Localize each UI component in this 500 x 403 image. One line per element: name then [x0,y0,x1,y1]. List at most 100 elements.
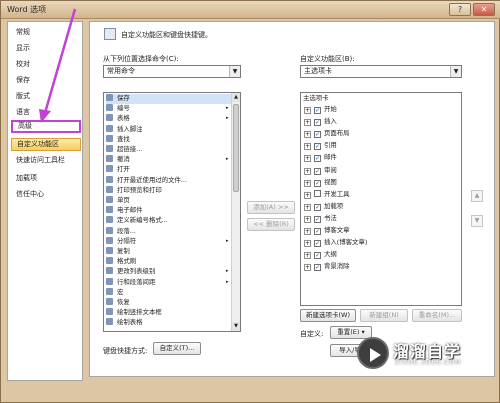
tab-checkbox[interactable]: ✓ [314,240,321,248]
expand-icon[interactable]: + [304,155,311,163]
expand-icon[interactable]: + [304,167,311,175]
expand-icon[interactable]: + [304,107,311,114]
keyboard-customize-button[interactable]: 自定义(T)... [153,342,201,355]
expand-icon[interactable]: + [304,143,311,151]
nav-item-quick-access-toolbar[interactable]: 快速访问工具栏 [11,154,81,167]
nav-item-layout[interactable]: 版式 [11,90,81,103]
command-icon [106,114,113,122]
command-item[interactable]: 打印预览和打印 [106,185,236,196]
nav-item-general[interactable]: 常规 [11,26,81,39]
ribbon-tab-item[interactable]: + ✓ 插入 [304,117,337,127]
command-item[interactable]: 超链接... [106,145,236,155]
command-item[interactable]: 电子邮件 [106,206,236,216]
ribbon-tab-item[interactable]: + ✓ 插入(博客文章) [304,238,367,248]
ribbon-tab-item[interactable]: + ✓ 大纲 [304,250,337,260]
nav-item-language[interactable]: 语言 [11,106,81,119]
ribbon-tab-item[interactable]: + ✓ 书法 [304,214,337,224]
command-item[interactable]: 宏 [106,287,236,298]
command-item[interactable]: 绘制表格 [106,318,236,328]
nav-item-add-ins[interactable]: 加载项 [11,172,81,185]
move-down-icon[interactable]: ▼ [471,215,483,227]
expand-icon[interactable]: + [304,240,311,248]
command-item[interactable]: 撤消 ▸ [106,155,236,165]
commands-list[interactable]: 保存 编号 ▸ 表格 ▸ 插入脚注 查找 超链接... 撤消 ▸ 打开 打开最近使用过的文件... 打印… [103,92,241,332]
tab-checkbox[interactable] [314,189,321,197]
command-item[interactable]: 分隔符 ▸ [106,236,236,247]
expand-icon[interactable]: + [304,191,311,199]
command-item[interactable]: 查找 [106,134,236,145]
command-item[interactable]: 插入脚注 [106,124,236,135]
tab-checkbox[interactable]: ✓ [314,203,321,211]
command-item[interactable]: 保存 [106,94,236,104]
expand-icon[interactable]: + [304,131,311,139]
command-item[interactable]: 复制 [106,247,236,257]
tab-checkbox[interactable]: ✓ [314,179,321,187]
ribbon-tab-item[interactable]: + ✓ 审阅 [304,166,337,176]
remove-button[interactable]: << 删除(R) [247,218,295,231]
new-tab-button[interactable]: 新建选项卡(W) [300,309,356,322]
command-item[interactable]: 表格 ▸ [106,114,236,124]
command-item[interactable]: 格式刷 [106,257,236,267]
nav-item-customize-ribbon[interactable]: 自定义功能区 [11,138,81,151]
ribbon-tab-item[interactable]: + ✓ 引用 [304,141,337,151]
panel-heading: 自定义功能区和键盘快捷键。 [121,31,212,39]
scroll-thumb[interactable] [233,104,239,192]
commands-scrollbar[interactable]: ▲ ▼ [231,93,240,331]
expand-icon[interactable]: + [304,215,311,223]
ribbon-tab-item[interactable]: + ✓ 加载项 [304,202,343,212]
ribbon-tab-item[interactable]: + ✓ 邮件 [304,153,337,163]
command-item[interactable]: 打开最近使用过的文件... [106,175,236,186]
command-label: 绘制表格 [117,318,143,327]
expand-icon[interactable]: + [304,252,311,260]
nav-item-save[interactable]: 保存 [11,74,81,87]
nav-item-display[interactable]: 显示 [11,42,81,55]
command-item[interactable]: 行和段落间距 ▸ [106,277,236,288]
command-item[interactable]: 段落... [106,226,236,237]
customize-ribbon-dropdown[interactable]: 主选项卡 ▼ [300,65,462,78]
tab-checkbox[interactable]: ✓ [314,167,321,175]
command-item[interactable]: 绘制竖排文本框 [106,308,236,318]
ribbon-tab-item[interactable]: + 开发工具 [304,189,350,200]
nav-item-advanced[interactable]: 高级 [11,120,81,133]
help-button[interactable]: ? [449,3,471,16]
ribbon-tab-item[interactable]: + ✓ 页面布局 [304,129,350,139]
expand-icon[interactable]: + [304,119,311,127]
ribbon-tab-item[interactable]: + ✓ 博客文章 [304,226,350,236]
scroll-up-icon[interactable]: ▲ [232,93,240,102]
ribbon-tab-item[interactable]: + ✓ 背景消除 [304,262,350,272]
expand-icon[interactable]: + [304,264,311,272]
ribbon-tab-item[interactable]: + ✓ 开始 [304,105,337,115]
tab-label: 邮件 [324,153,337,162]
command-item[interactable]: 恢复 [106,298,236,308]
expand-icon[interactable]: + [304,179,311,187]
scroll-down-icon[interactable]: ▼ [232,322,240,331]
command-item[interactable]: 定义新编号格式... [106,216,236,226]
command-item[interactable]: 编号 ▸ [106,104,236,114]
expand-icon[interactable]: + [304,203,311,211]
nav-item-trust-center[interactable]: 信任中心 [11,188,81,201]
command-item[interactable]: 单页 [106,196,236,206]
tab-checkbox[interactable]: ✓ [314,215,321,223]
tab-checkbox[interactable]: ✓ [314,155,321,163]
close-button[interactable]: ✕ [473,3,495,16]
command-item[interactable]: 更改列表级别 ▸ [106,267,236,277]
choose-commands-dropdown[interactable]: 常用命令 ▼ [103,65,241,78]
rename-button[interactable]: 重命名(M)... [412,309,462,322]
tab-checkbox[interactable]: ✓ [314,228,321,235]
command-icon [106,247,113,254]
tab-checkbox[interactable]: ✓ [314,107,321,114]
nav-item-proofing[interactable]: 校对 [11,58,81,71]
tab-checkbox[interactable]: ✓ [314,252,321,260]
main-tabs-tree[interactable]: 主选项卡 + ✓ 开始 + ✓ 插入 + ✓ 页面布局 + ✓ 引用 + ✓ 邮件 + ✓ 审阅 + ✓ 视图 + 开发工具… [300,92,462,306]
ribbon-tab-item[interactable]: + ✓ 视图 [304,178,337,188]
tab-checkbox[interactable]: ✓ [314,143,321,151]
tab-checkbox[interactable]: ✓ [314,264,321,272]
new-group-button[interactable]: 新建组(N) [360,309,408,322]
move-up-icon[interactable]: ▲ [471,190,483,202]
add-button[interactable]: 添加(A) >> [247,201,295,214]
command-label: 行和段落间距 [117,277,156,286]
tab-checkbox[interactable]: ✓ [314,119,321,127]
expand-icon[interactable]: + [304,228,311,235]
tab-checkbox[interactable]: ✓ [314,131,321,139]
command-item[interactable]: 打开 [106,165,236,175]
